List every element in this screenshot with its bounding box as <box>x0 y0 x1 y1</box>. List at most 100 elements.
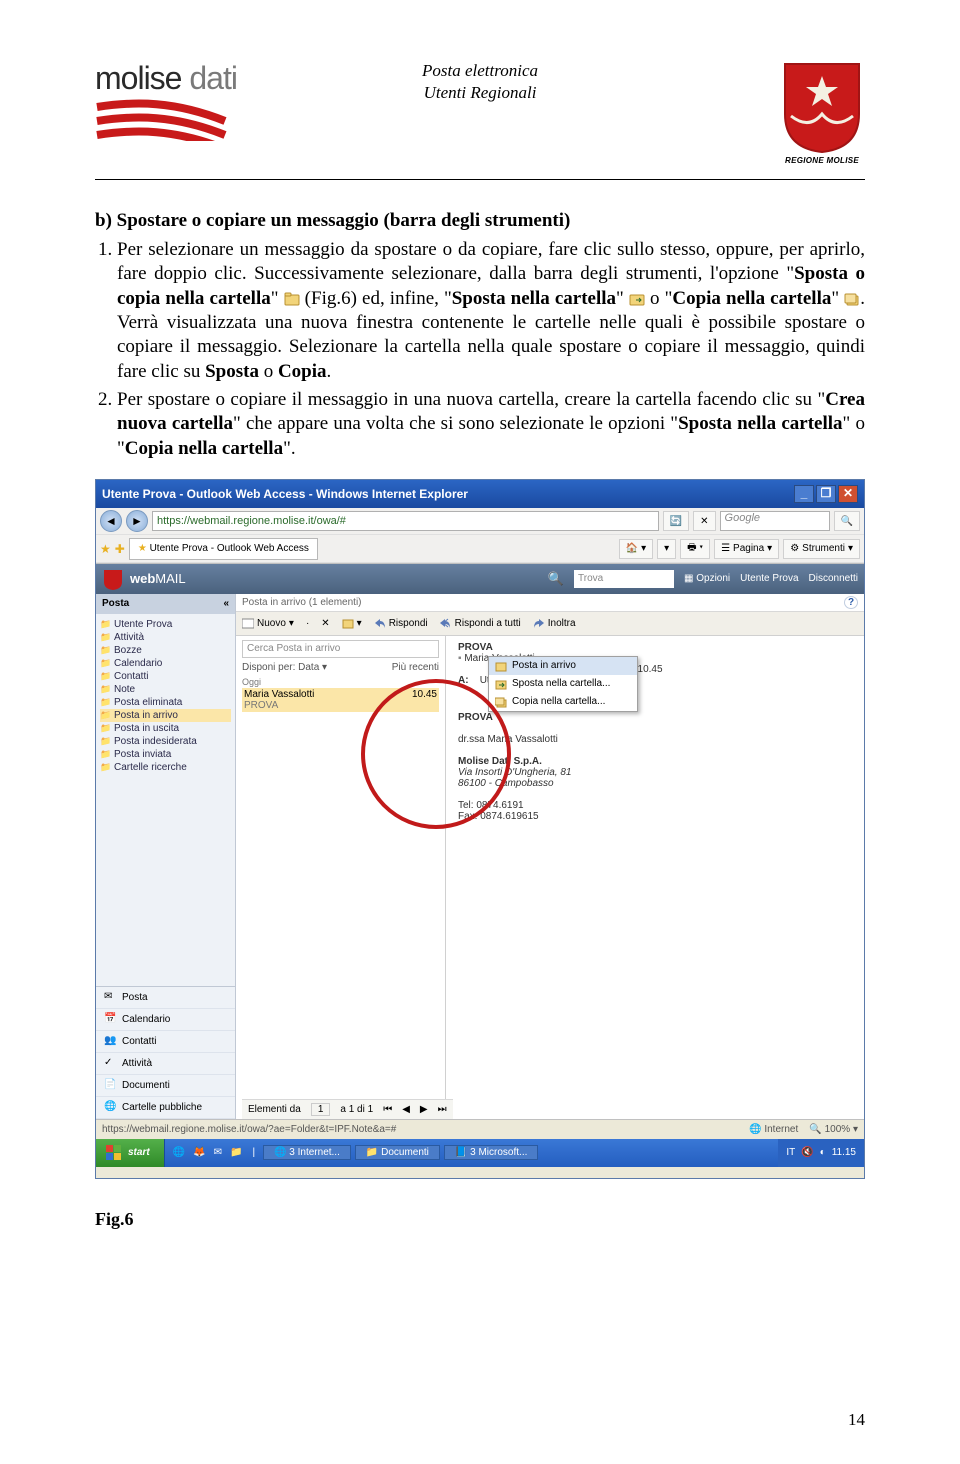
nav-attività[interactable]: ✓Attività <box>96 1053 235 1075</box>
folder-node[interactable]: Posta eliminata <box>100 696 231 709</box>
nav-calendario[interactable]: 📅Calendario <box>96 1009 235 1031</box>
system-tray: IT 🔇 ◐ 11.15 <box>778 1139 864 1167</box>
items-pager: Elementi da 1 a 1 di 1 ⏮ ◀ ▶ ⏭ <box>242 1099 453 1119</box>
logo-wordmark: molise dati <box>95 60 255 97</box>
back-button[interactable]: ◄ <box>100 510 122 532</box>
quicklaunch-icon[interactable]: ✉ <box>214 1147 222 1158</box>
nav-cartelle-pubbliche[interactable]: 🌐Cartelle pubbliche <box>96 1097 235 1119</box>
address-bar[interactable]: https://webmail.regione.molise.it/owa/# <box>152 511 659 531</box>
main-panel: Posta in arrivo (1 elementi) ? Nuovo ▾ ·… <box>236 594 864 1119</box>
favorites-icon[interactable]: ★ <box>100 542 111 556</box>
instruction-item-2: Per spostare o copiare il messaggio in u… <box>117 388 865 461</box>
x-icon[interactable]: ✕ <box>321 618 329 629</box>
close-button[interactable]: ✕ <box>838 485 858 503</box>
folder-node[interactable]: Attività <box>100 631 231 644</box>
page-first-icon[interactable]: ⏮ <box>383 1104 392 1115</box>
search-field[interactable]: Google <box>720 511 830 531</box>
add-favorite-icon[interactable]: ✚ <box>115 542 125 556</box>
reply-all-button[interactable]: Rispondi a tutti <box>440 617 521 629</box>
message-toolbar: Nuovo ▾ · ✕ ▾ Rispondi Rispondi a tutti … <box>236 612 864 636</box>
logo-molise-dati: molise dati <box>95 60 255 141</box>
forward-button[interactable]: Inoltra <box>533 617 576 629</box>
nav-contatti[interactable]: 👥Contatti <box>96 1031 235 1053</box>
folder-node[interactable]: Bozze <box>100 644 231 657</box>
context-menu: Posta in arrivo Sposta nella cartella...… <box>488 656 638 712</box>
taskbar-item[interactable]: 📁 Documenti <box>355 1145 440 1160</box>
nav-posta[interactable]: ✉Posta <box>96 987 235 1009</box>
context-sposta[interactable]: Sposta nella cartella... <box>489 675 637 693</box>
quicklaunch-icon[interactable]: 📁 <box>230 1147 242 1158</box>
folder-node[interactable]: Calendario <box>100 657 231 670</box>
language-indicator[interactable]: IT <box>786 1147 795 1158</box>
search-go-button[interactable]: 🔍 <box>834 511 860 531</box>
toolbar-divider: · <box>306 618 309 629</box>
preview-subject: PROVA <box>458 642 852 653</box>
webmail-header: webMAIL 🔍 Trova ▦ Opzioni Utente Prova D… <box>96 564 864 594</box>
feeds-button[interactable]: ▾ <box>657 539 676 559</box>
status-url: https://webmail.regione.molise.it/owa/?a… <box>102 1124 396 1135</box>
page-prev-icon[interactable]: ◀ <box>402 1104 410 1115</box>
section-heading: b) Spostare o copiare un messaggio (barr… <box>95 210 865 232</box>
logo-regione-molise: REGIONE MOLISE <box>779 58 865 165</box>
window-title: Utente Prova - Outlook Web Access - Wind… <box>102 487 468 501</box>
folder-node[interactable]: Posta in arrivo <box>100 709 231 722</box>
arrange-by-row[interactable]: Disponi per: Data ▾ Più recenti <box>242 662 439 673</box>
quicklaunch-icon[interactable]: 🦊 <box>193 1147 205 1158</box>
stop-button[interactable]: ✕ <box>693 511 715 531</box>
window-titlebar: Utente Prova - Outlook Web Access - Wind… <box>96 480 864 508</box>
folder-tree: Utente ProvaAttivitàBozzeCalendarioConta… <box>96 614 235 804</box>
page-header: molise dati Posta elettronica Utenti Reg… <box>95 60 865 180</box>
folder-move-icon <box>629 292 645 306</box>
find-input[interactable]: Trova <box>574 570 674 588</box>
home-button[interactable]: 🏠 ▾ <box>619 539 653 559</box>
browser-toolbar: ◄ ► https://webmail.regione.molise.it/ow… <box>96 508 864 564</box>
new-button[interactable]: Nuovo ▾ <box>242 617 294 629</box>
minimize-button[interactable]: _ <box>794 485 814 503</box>
reply-button[interactable]: Rispondi <box>374 617 428 629</box>
windows-logo-icon <box>106 1145 122 1161</box>
folder-copy-icon <box>844 292 860 306</box>
folder-node[interactable]: Posta in uscita <box>100 722 231 735</box>
folder-node[interactable]: Posta indesiderata <box>100 735 231 748</box>
quicklaunch-icon[interactable]: 🌐 <box>173 1147 185 1158</box>
taskbar-item[interactable]: 📘 3 Microsoft... <box>444 1145 538 1160</box>
help-button[interactable]: ? <box>844 596 858 609</box>
taskbar-item[interactable]: 🌐 3 Internet... <box>263 1145 351 1160</box>
nav-documenti[interactable]: 📄Documenti <box>96 1075 235 1097</box>
signout-link[interactable]: Disconnetti <box>809 573 858 584</box>
page-next-icon[interactable]: ▶ <box>420 1104 428 1115</box>
browser-tab[interactable]: ★ Utente Prova - Outlook Web Access <box>129 538 318 560</box>
page-last-icon[interactable]: ⏭ <box>438 1104 447 1115</box>
folder-node[interactable]: Contatti <box>100 670 231 683</box>
context-posta-in-arrivo[interactable]: Posta in arrivo <box>489 657 637 675</box>
molise-shield-icon <box>102 568 124 590</box>
print-button[interactable]: 🖶 ▾ <box>680 539 710 559</box>
folder-node[interactable]: Posta inviata <box>100 748 231 761</box>
sidebar-collapse-icon[interactable]: « <box>223 598 229 609</box>
tools-menu[interactable]: ⚙ Strumenti ▾ <box>783 539 860 559</box>
folder-icon <box>284 292 300 306</box>
shield-icon <box>779 58 865 154</box>
refresh-button[interactable]: 🔄 <box>663 511 689 531</box>
options-link[interactable]: ▦ Opzioni <box>684 573 730 584</box>
instruction-list: Per selezionare un messaggio da spostare… <box>95 238 865 461</box>
start-button[interactable]: start <box>96 1139 165 1167</box>
folder-node[interactable]: Utente Prova <box>100 618 231 631</box>
stripes-icon <box>95 97 255 141</box>
preview-body: PROVA dr.ssa Maria Vassalotti Molise Dat… <box>458 712 852 822</box>
forward-button[interactable]: ► <box>126 510 148 532</box>
folder-node[interactable]: Note <box>100 683 231 696</box>
folder-node[interactable]: Cartelle ricerche <box>100 761 231 774</box>
context-copia[interactable]: Copia nella cartella... <box>489 693 637 711</box>
list-header: Posta in arrivo (1 elementi) ? <box>236 594 864 612</box>
message-item[interactable]: Maria Vassalotti10.45 PROVA <box>242 688 439 712</box>
day-group: Oggi <box>242 677 439 687</box>
tray-icon[interactable]: ◐ <box>820 1147 826 1158</box>
status-bar: https://webmail.regione.molise.it/owa/?a… <box>96 1119 864 1139</box>
tray-icon[interactable]: 🔇 <box>801 1147 813 1158</box>
maximize-button[interactable]: ❐ <box>816 485 836 503</box>
search-folder-input[interactable]: Cerca Posta in arrivo <box>242 640 439 658</box>
shield-caption: REGIONE MOLISE <box>779 156 865 165</box>
move-copy-button[interactable]: ▾ <box>342 617 362 629</box>
page-menu[interactable]: ☰ Pagina ▾ <box>714 539 779 559</box>
